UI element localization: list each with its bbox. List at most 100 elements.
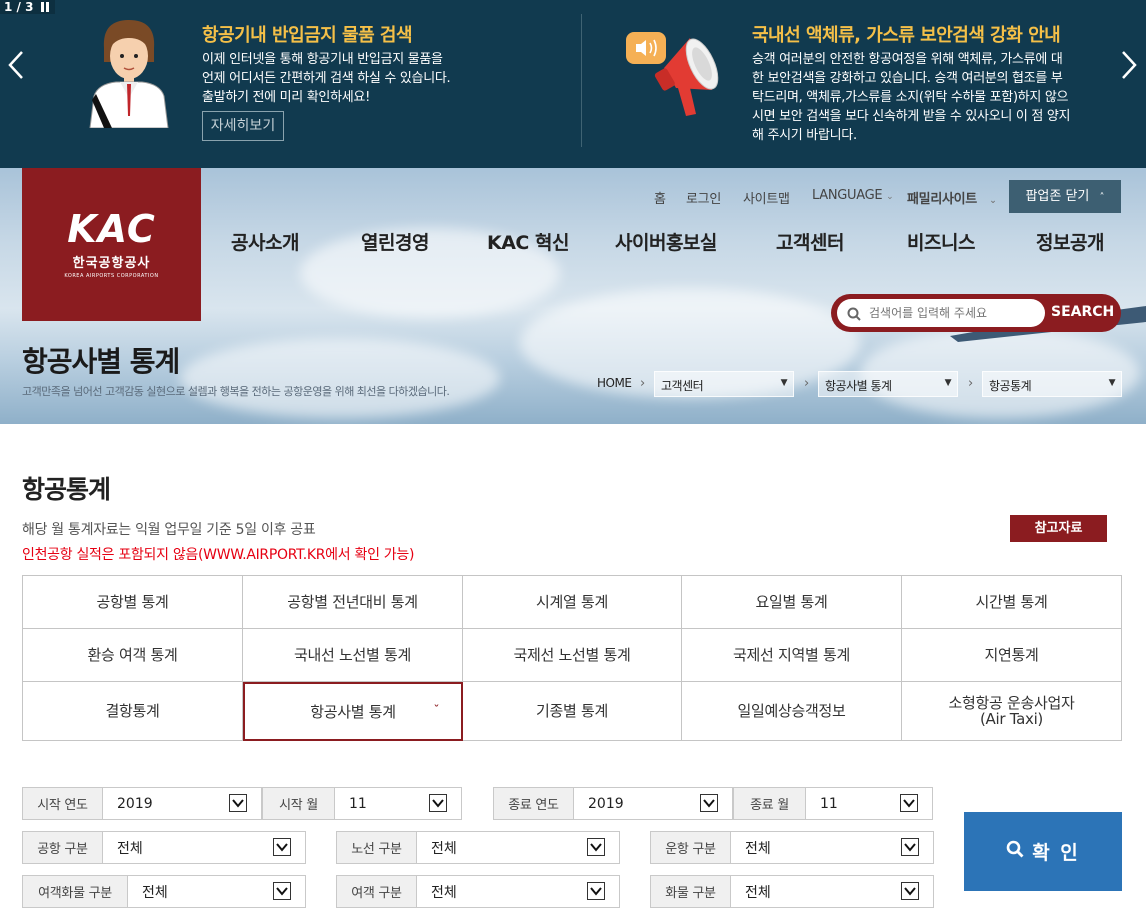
util-login-link[interactable]: 로그인	[686, 188, 721, 207]
popup-zone-close-button[interactable]: 팝업존 닫기 ˄	[1009, 180, 1121, 213]
flight-type-value[interactable]: 전체	[731, 832, 933, 863]
pause-icon[interactable]	[41, 2, 51, 12]
popup-item1-line2: 언제 어디서든 간편하게 검색 하실 수 있습니다.	[202, 71, 451, 86]
breadcrumb-level1-label: 고객센터	[661, 379, 704, 393]
logo-english-text: KOREA AIRPORTS CORPORATION	[64, 273, 159, 279]
end-year-value[interactable]: 2019	[574, 788, 732, 819]
menu-timeseries-stats[interactable]: 시계열 통계	[463, 576, 682, 629]
popup-prev-arrow-icon[interactable]	[6, 48, 28, 82]
chevron-down-icon	[901, 838, 919, 856]
breadcrumb-level3-select[interactable]: 항공통계 ▼	[982, 371, 1122, 397]
chevron-down-icon	[901, 882, 919, 900]
util-home-link[interactable]: 홈	[654, 188, 666, 207]
popup-next-arrow-icon[interactable]	[1117, 48, 1139, 82]
util-family-site-select[interactable]: 패밀리사이트 ⌄	[907, 188, 997, 207]
pax-type-select[interactable]: 여객 구분 전체	[336, 875, 620, 908]
confirm-label: 확 인	[1032, 842, 1080, 864]
menu-intl-region-stats[interactable]: 국제선 지역별 통계	[682, 629, 902, 682]
menu-weekday-stats[interactable]: 요일별 통계	[682, 576, 902, 629]
menu-airport-yoy-stats[interactable]: 공항별 전년대비 통계	[243, 576, 463, 629]
route-type-value[interactable]: 전체	[417, 832, 619, 863]
route-type-value-text: 전체	[431, 840, 457, 857]
breadcrumb-level1-select[interactable]: 고객센터 ▼	[654, 371, 794, 397]
pax-type-value[interactable]: 전체	[417, 876, 619, 907]
chevron-down-icon: ⌄	[989, 196, 997, 206]
start-month-value[interactable]: 11	[335, 788, 461, 819]
pax-cargo-type-select[interactable]: 여객화물 구분 전체	[22, 875, 306, 908]
flight-type-label: 운항 구분	[651, 832, 731, 863]
pax-type-label: 여객 구분	[337, 876, 417, 907]
breadcrumb-separator-icon: ›	[804, 376, 810, 391]
menu-delay-stats[interactable]: 지연통계	[902, 629, 1122, 682]
gnb-item-pr[interactable]: 사이버홍보실	[615, 228, 717, 255]
menu-air-taxi-stats[interactable]: 소형항공 운송사업자 (Air Taxi)	[902, 682, 1122, 741]
cargo-type-value-text: 전체	[745, 884, 771, 901]
search-icon	[1006, 840, 1024, 863]
menu-airline-stats[interactable]: 항공사별 통계 ˇ	[243, 682, 463, 741]
site-header: KAC 한국공항공사 KOREA AIRPORTS CORPORATION 홈 …	[0, 168, 1146, 424]
logo-korean-text: 한국공항공사	[72, 256, 151, 271]
popup-counter-text: 1 / 3	[4, 0, 34, 14]
breadcrumb-separator-icon: ›	[968, 376, 974, 391]
breadcrumb-level2-select[interactable]: 항공사별 통계 ▼	[818, 371, 958, 397]
end-month-value[interactable]: 11	[806, 788, 932, 819]
search-input[interactable]	[837, 299, 1045, 327]
menu-cancellation-stats[interactable]: 결항통계	[23, 682, 243, 741]
search-button[interactable]: SEARCH	[1051, 304, 1114, 320]
popup-detail-button[interactable]: 자세히보기	[202, 111, 284, 141]
menu-air-taxi-line1: 소형항공 운송사업자	[948, 694, 1075, 712]
chevron-down-icon: ⌄	[886, 192, 894, 202]
breadcrumb-home[interactable]: HOME	[597, 376, 632, 390]
airport-type-select[interactable]: 공항 구분 전체	[22, 831, 306, 864]
pax-cargo-type-value[interactable]: 전체	[128, 876, 305, 907]
start-month-select[interactable]: 시작 월 11	[262, 787, 462, 820]
logo-kac-text: KAC	[67, 207, 156, 251]
gnb-item-customer[interactable]: 고객센터	[776, 228, 844, 255]
gnb-item-management[interactable]: 열린경영	[361, 228, 429, 255]
menu-daily-forecast[interactable]: 일일예상승객정보	[682, 682, 902, 741]
popup-close-label: 팝업존 닫기	[1025, 189, 1090, 204]
popup-item2-line5: 해 주시기 바랍니다.	[752, 128, 857, 143]
flight-type-select[interactable]: 운항 구분 전체	[650, 831, 934, 864]
gnb-item-business[interactable]: 비즈니스	[907, 228, 975, 255]
airport-type-value[interactable]: 전체	[103, 832, 305, 863]
end-year-select[interactable]: 종료 연도 2019	[493, 787, 733, 820]
menu-domestic-route-stats[interactable]: 국내선 노선별 통계	[243, 629, 463, 682]
chevron-up-icon: ˄	[1099, 192, 1105, 203]
start-year-value[interactable]: 2019	[103, 788, 261, 819]
reference-button[interactable]: 참고자료	[1010, 515, 1107, 542]
cargo-type-label: 화물 구분	[651, 876, 731, 907]
menu-hourly-stats[interactable]: 시간별 통계	[902, 576, 1122, 629]
cargo-type-select[interactable]: 화물 구분 전체	[650, 875, 934, 908]
popup-item2-desc: 승객 여러분의 안전한 항공여정을 위해 액체류, 가스류에 대 한 보안검색을…	[752, 50, 1070, 145]
caret-down-icon: ▼	[780, 378, 788, 388]
cargo-type-value[interactable]: 전체	[731, 876, 933, 907]
chevron-down-icon	[587, 838, 605, 856]
chevron-down-icon	[700, 794, 718, 812]
popup-item1-title[interactable]: 항공기내 반입금지 물품 검색	[202, 21, 413, 47]
menu-aircraft-type-stats[interactable]: 기종별 통계	[463, 682, 682, 741]
breadcrumb-separator-icon: ›	[640, 376, 646, 391]
popup-item2-title[interactable]: 국내선 액체류, 가스류 보안검색 강화 안내	[752, 21, 1061, 47]
page-subtitle: 고객만족을 넘어선 고객감동 실현으로 설렘과 행복을 전하는 공항운영을 위해…	[22, 385, 450, 398]
menu-air-taxi-line2: (Air Taxi)	[980, 710, 1043, 728]
end-month-select[interactable]: 종료 월 11	[733, 787, 933, 820]
menu-transfer-stats[interactable]: 환승 여객 통계	[23, 629, 243, 682]
menu-airport-stats[interactable]: 공항별 통계	[23, 576, 243, 629]
util-sitemap-link[interactable]: 사이트맵	[743, 188, 790, 207]
gnb-item-disclosure[interactable]: 정보공개	[1036, 228, 1104, 255]
airport-type-value-text: 전체	[117, 840, 143, 857]
menu-intl-route-stats[interactable]: 국제선 노선별 통계	[463, 629, 682, 682]
route-type-select[interactable]: 노선 구분 전체	[336, 831, 620, 864]
gnb-item-innovation[interactable]: KAC 혁신	[487, 228, 569, 255]
search-icon	[847, 306, 861, 325]
util-language-select[interactable]: LANGUAGE ⌄	[812, 188, 894, 203]
popup-counter: 1 / 3	[0, 0, 56, 14]
start-year-select[interactable]: 시작 연도 2019	[22, 787, 262, 820]
end-month-value-text: 11	[820, 795, 838, 812]
confirm-button[interactable]: 확 인	[964, 812, 1122, 891]
breadcrumb-level3-label: 항공통계	[989, 379, 1032, 393]
kac-logo[interactable]: KAC 한국공항공사 KOREA AIRPORTS CORPORATION	[22, 168, 201, 321]
gnb-item-about[interactable]: 공사소개	[231, 228, 299, 255]
chevron-down-icon: ˇ	[433, 703, 440, 716]
